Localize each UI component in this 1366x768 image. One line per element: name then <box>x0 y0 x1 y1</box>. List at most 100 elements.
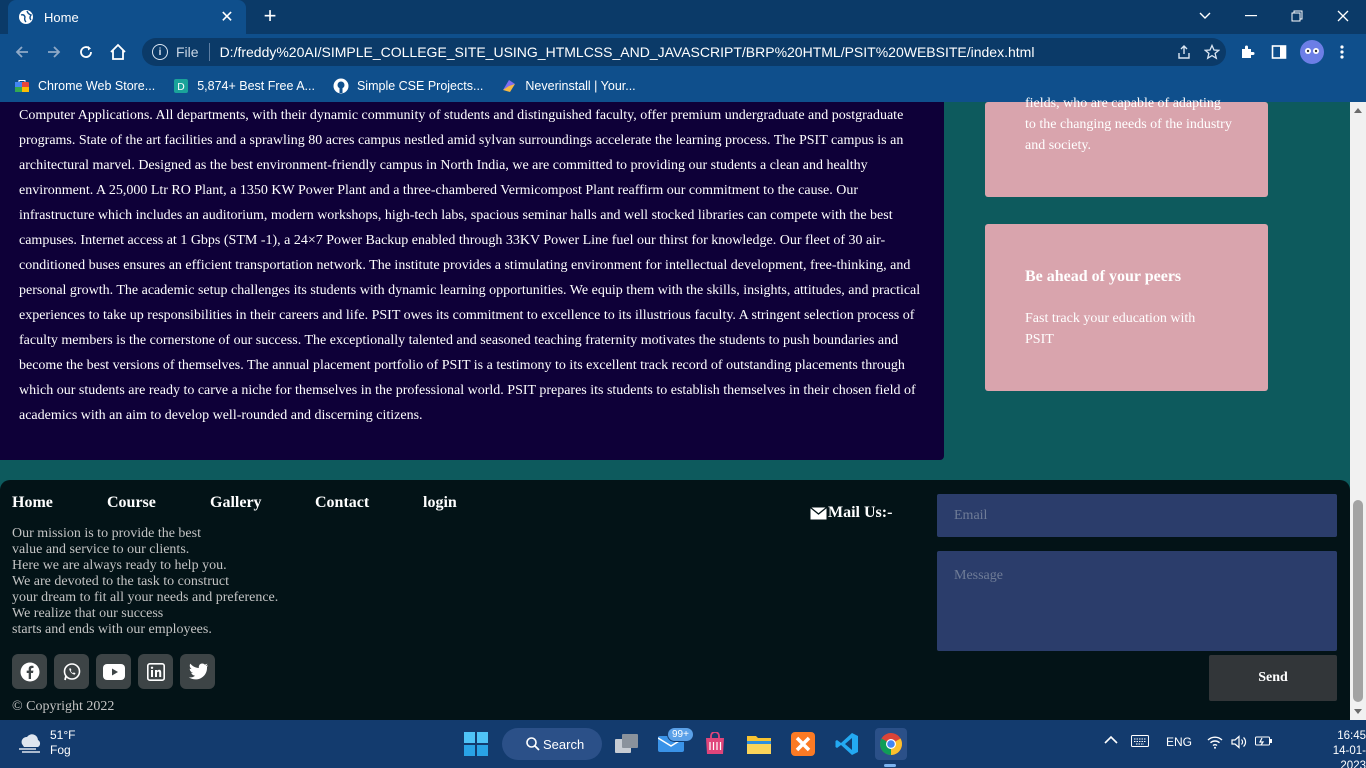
message-field[interactable] <box>937 551 1337 651</box>
youtube-icon[interactable] <box>96 654 131 689</box>
new-tab-button[interactable]: + <box>258 4 282 28</box>
social-links <box>12 654 222 689</box>
footer-nav-course[interactable]: Course <box>107 494 156 512</box>
twitter-icon[interactable] <box>180 654 215 689</box>
info-card: fields, who are capable of adapting to t… <box>985 96 1268 197</box>
browser-toolbar: i File D:/freddy%20AI/SIMPLE_COLLEGE_SIT… <box>0 34 1366 70</box>
forward-icon[interactable] <box>42 40 66 64</box>
footer-nav-gallery[interactable]: Gallery <box>210 494 262 512</box>
email-field[interactable] <box>937 494 1337 537</box>
clock-time: 16:45 <box>1337 730 1366 742</box>
weather-widget[interactable]: 51°F Fog <box>16 728 75 758</box>
info-card-title: Be ahead of your peers <box>1025 268 1182 285</box>
mail-us-text: Mail Us:- <box>828 504 893 521</box>
bookmark-item[interactable]: Neverinstall | Your... <box>501 78 636 94</box>
taskbar-search[interactable]: Search <box>502 728 602 760</box>
mission-line: starts and ends with our employees. <box>12 622 212 637</box>
bookmark-item[interactable]: Simple CSE Projects... <box>333 78 483 94</box>
url-text[interactable]: D:/freddy%20AI/SIMPLE_COLLEGE_SITE_USING… <box>220 44 1170 60</box>
info-card-text: Fast track your education with PSIT <box>1025 311 1196 347</box>
restore-icon[interactable] <box>1274 0 1320 32</box>
vscode-icon[interactable] <box>831 728 863 760</box>
mission-line: We are devoted to the task to construct <box>12 574 229 589</box>
divider <box>208 43 210 61</box>
system-clock[interactable]: 16:45 14-01-2023 <box>1316 729 1366 768</box>
site-footer: Home Course Gallery Contact login Our mi… <box>0 480 1350 720</box>
minimize-icon[interactable] <box>1228 0 1274 32</box>
share-icon[interactable] <box>1170 38 1198 66</box>
bookmark-label: 5,874+ Best Free A... <box>197 79 315 93</box>
battery-icon[interactable] <box>1255 735 1273 747</box>
neverinstall-icon <box>501 78 517 94</box>
browser-chrome: Home ✕ + i File D:/freddy%20AI/SIMPLE_CO… <box>0 0 1366 102</box>
chevron-up-icon[interactable] <box>1104 735 1118 745</box>
scroll-down-icon[interactable] <box>1354 709 1362 714</box>
language-indicator[interactable]: ENG <box>1166 735 1192 749</box>
extensions-icon[interactable] <box>1235 40 1259 64</box>
profile-avatar[interactable] <box>1300 40 1324 64</box>
home-icon[interactable] <box>106 40 130 64</box>
copyright-text: © Copyright 2022 <box>12 699 115 714</box>
whatsapp-icon[interactable] <box>54 654 89 689</box>
store-app-icon[interactable] <box>699 728 731 760</box>
wifi-icon[interactable] <box>1207 735 1223 749</box>
svg-text:D: D <box>177 82 185 93</box>
info-card: Be ahead of your peers Fast track your e… <box>985 224 1268 391</box>
footer-nav-home[interactable]: Home <box>12 494 53 512</box>
task-view-icon[interactable] <box>611 728 643 760</box>
side-panel-icon[interactable] <box>1267 40 1291 64</box>
page-scrollbar[interactable] <box>1350 102 1366 720</box>
mission-line: Here we are always ready to help you. <box>12 558 227 573</box>
windows-taskbar: 51°F Fog Search 99+ ENG 16:45 14-01-2023 <box>0 720 1366 768</box>
volume-icon[interactable] <box>1231 735 1247 749</box>
address-bar[interactable]: i File D:/freddy%20AI/SIMPLE_COLLEGE_SIT… <box>142 38 1226 66</box>
close-window-icon[interactable] <box>1320 0 1366 32</box>
keyboard-icon[interactable] <box>1131 735 1149 747</box>
tab-title: Home <box>44 9 79 25</box>
mission-line: We realize that our success <box>12 606 164 621</box>
mission-line: value and service to our clients. <box>12 542 190 557</box>
github-icon <box>333 78 349 94</box>
scroll-thumb[interactable] <box>1353 500 1363 702</box>
info-card-text: fields, who are capable of adapting to t… <box>1025 96 1232 153</box>
bookmark-star-icon[interactable] <box>1198 38 1226 66</box>
chrome-taskbar-icon[interactable] <box>875 728 907 760</box>
bookmark-label: Neverinstall | Your... <box>525 79 636 93</box>
footer-nav-contact[interactable]: Contact <box>315 494 369 512</box>
info-icon[interactable]: i <box>152 44 168 60</box>
mail-us-label: Mail Us:- <box>810 504 892 522</box>
weather-condition: Fog <box>50 743 71 757</box>
footer-nav-login[interactable]: login <box>423 494 457 512</box>
scroll-up-icon[interactable] <box>1354 108 1362 113</box>
search-label: Search <box>543 736 585 752</box>
fog-icon <box>19 734 41 753</box>
mission-line: your dream to fit all your needs and pre… <box>12 590 279 605</box>
close-tab-icon[interactable]: ✕ <box>218 7 236 27</box>
reload-icon[interactable] <box>74 40 98 64</box>
about-section: Computer Applications. All departments, … <box>0 102 944 460</box>
clock-date: 14-01-2023 <box>1332 745 1366 768</box>
windows-start-icon[interactable] <box>460 728 492 760</box>
back-icon[interactable] <box>10 40 34 64</box>
bookmark-item[interactable]: Chrome Web Store... <box>14 78 155 94</box>
envelope-icon <box>810 506 827 520</box>
bookmark-item[interactable]: D 5,874+ Best Free A... <box>173 78 315 94</box>
send-button[interactable]: Send <box>1209 655 1337 701</box>
file-explorer-icon[interactable] <box>743 728 775 760</box>
globe-icon <box>19 10 33 24</box>
menu-icon[interactable] <box>1330 40 1354 64</box>
mission-line: Our mission is to provide the best <box>12 526 201 541</box>
url-scheme: File <box>176 44 199 60</box>
xampp-icon[interactable] <box>787 728 819 760</box>
chrome-web-store-icon <box>14 78 30 94</box>
linkedin-icon[interactable] <box>138 654 173 689</box>
browser-tab[interactable]: Home ✕ <box>8 0 246 34</box>
weather-temperature: 51°F <box>50 728 76 742</box>
mail-badge: 99+ <box>667 727 694 742</box>
facebook-icon[interactable] <box>12 654 47 689</box>
active-app-indicator <box>884 764 896 767</box>
tab-search-icon[interactable] <box>1182 0 1228 32</box>
about-text: Computer Applications. All departments, … <box>19 108 921 423</box>
bookmark-label: Simple CSE Projects... <box>356 79 484 93</box>
search-icon <box>526 737 540 751</box>
